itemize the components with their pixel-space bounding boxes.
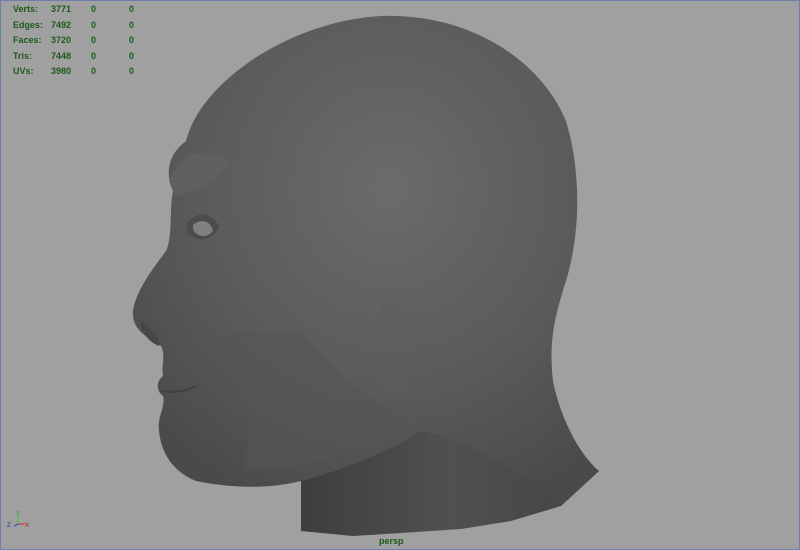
axis-x-label: X xyxy=(25,523,29,529)
hud-row-faces: Faces: 3720 0 0 xyxy=(13,33,169,49)
hud-value: 0 xyxy=(91,35,97,45)
head-model[interactable] xyxy=(1,1,799,549)
poly-count-hud: Verts: 3771 0 0 Edges: 7492 0 0 Faces: 3… xyxy=(13,2,169,80)
view-axis-icon: Y Z X xyxy=(7,511,29,529)
hud-label: UVs: xyxy=(13,66,34,76)
axis-z-label: Z xyxy=(7,523,11,529)
hud-value: 3771 xyxy=(51,4,72,14)
hud-label: Edges: xyxy=(13,19,44,30)
hud-row-tris: Tris: 7448 0 0 xyxy=(13,49,169,65)
hud-value: 0 xyxy=(91,4,97,14)
hud-label: Verts: xyxy=(13,4,39,14)
camera-name-label: persp xyxy=(379,536,404,546)
hud-value: 0 xyxy=(129,35,135,45)
hud-value: 0 xyxy=(129,4,135,14)
axis-y-label: Y xyxy=(16,511,20,517)
hud-row-uvs: UVs: 3980 0 0 xyxy=(13,64,169,80)
hud-row-edges: Edges: 7492 0 0 xyxy=(13,18,169,34)
hud-value: 0 xyxy=(129,19,135,30)
hud-value: 0 xyxy=(91,19,97,30)
hud-label: Faces: xyxy=(13,35,42,45)
hud-label: Tris: xyxy=(13,50,33,61)
hud-value: 3720 xyxy=(51,35,72,45)
hud-value: 3980 xyxy=(51,66,72,76)
hud-value: 7448 xyxy=(51,50,72,61)
hud-value: 0 xyxy=(129,50,135,61)
hud-value: 7492 xyxy=(51,19,72,30)
hud-value: 0 xyxy=(129,66,135,76)
hud-value: 0 xyxy=(91,66,97,76)
3d-viewport[interactable]: Verts: 3771 0 0 Edges: 7492 0 0 Faces: 3… xyxy=(0,0,800,550)
hud-row-verts: Verts: 3771 0 0 xyxy=(13,2,169,18)
hud-value: 0 xyxy=(91,50,97,61)
